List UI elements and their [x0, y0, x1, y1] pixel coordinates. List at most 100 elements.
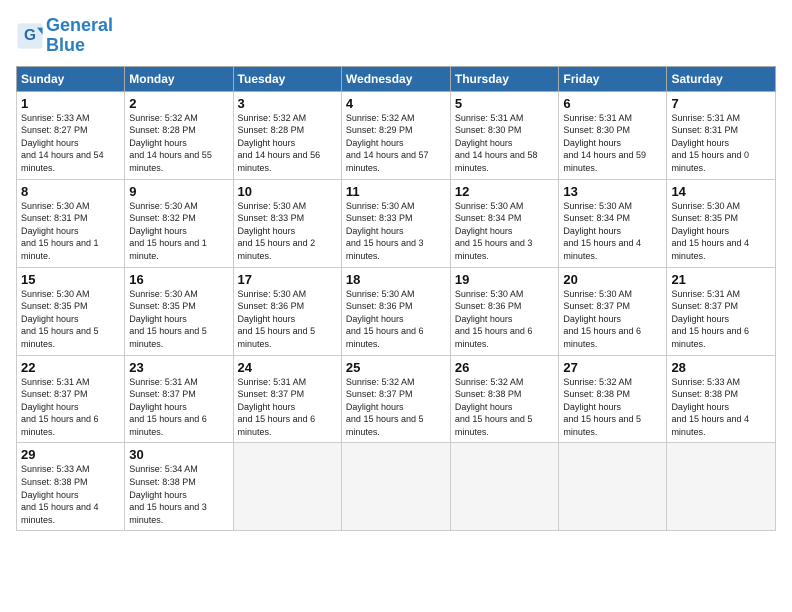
- day-cell: 8Sunrise: 5:30 AMSunset: 8:31 PMDaylight…: [17, 179, 125, 267]
- day-header-sunday: Sunday: [17, 66, 125, 91]
- calendar-table: SundayMondayTuesdayWednesdayThursdayFrid…: [16, 66, 776, 532]
- day-cell: 9Sunrise: 5:30 AMSunset: 8:32 PMDaylight…: [125, 179, 233, 267]
- day-info: Sunrise: 5:32 AMSunset: 8:38 PMDaylight …: [563, 376, 662, 439]
- day-cell: 14Sunrise: 5:30 AMSunset: 8:35 PMDayligh…: [667, 179, 776, 267]
- day-cell: 18Sunrise: 5:30 AMSunset: 8:36 PMDayligh…: [341, 267, 450, 355]
- day-header-wednesday: Wednesday: [341, 66, 450, 91]
- day-info: Sunrise: 5:32 AMSunset: 8:28 PMDaylight …: [238, 112, 337, 175]
- day-cell: 25Sunrise: 5:32 AMSunset: 8:37 PMDayligh…: [341, 355, 450, 443]
- day-info: Sunrise: 5:30 AMSunset: 8:34 PMDaylight …: [455, 200, 555, 263]
- day-number: 5: [455, 96, 555, 111]
- day-number: 16: [129, 272, 228, 287]
- day-number: 13: [563, 184, 662, 199]
- day-info: Sunrise: 5:31 AMSunset: 8:37 PMDaylight …: [671, 288, 771, 351]
- day-number: 28: [671, 360, 771, 375]
- day-number: 23: [129, 360, 228, 375]
- header-row: SundayMondayTuesdayWednesdayThursdayFrid…: [17, 66, 776, 91]
- day-number: 21: [671, 272, 771, 287]
- day-number: 24: [238, 360, 337, 375]
- day-info: Sunrise: 5:34 AMSunset: 8:38 PMDaylight …: [129, 463, 228, 526]
- logo-icon: G: [16, 22, 44, 50]
- day-number: 29: [21, 447, 120, 462]
- day-number: 15: [21, 272, 120, 287]
- day-info: Sunrise: 5:30 AMSunset: 8:37 PMDaylight …: [563, 288, 662, 351]
- day-cell: 1Sunrise: 5:33 AMSunset: 8:27 PMDaylight…: [17, 91, 125, 179]
- day-number: 2: [129, 96, 228, 111]
- day-number: 8: [21, 184, 120, 199]
- page-header: G GeneralBlue: [16, 16, 776, 56]
- day-number: 19: [455, 272, 555, 287]
- day-cell: 28Sunrise: 5:33 AMSunset: 8:38 PMDayligh…: [667, 355, 776, 443]
- day-number: 17: [238, 272, 337, 287]
- day-number: 4: [346, 96, 446, 111]
- day-header-monday: Monday: [125, 66, 233, 91]
- day-info: Sunrise: 5:30 AMSunset: 8:36 PMDaylight …: [346, 288, 446, 351]
- day-cell: 3Sunrise: 5:32 AMSunset: 8:28 PMDaylight…: [233, 91, 341, 179]
- day-number: 26: [455, 360, 555, 375]
- day-header-saturday: Saturday: [667, 66, 776, 91]
- day-number: 27: [563, 360, 662, 375]
- day-info: Sunrise: 5:30 AMSunset: 8:32 PMDaylight …: [129, 200, 228, 263]
- day-cell: 15Sunrise: 5:30 AMSunset: 8:35 PMDayligh…: [17, 267, 125, 355]
- day-info: Sunrise: 5:31 AMSunset: 8:30 PMDaylight …: [455, 112, 555, 175]
- day-cell: [450, 443, 559, 531]
- day-info: Sunrise: 5:32 AMSunset: 8:37 PMDaylight …: [346, 376, 446, 439]
- week-row-3: 15Sunrise: 5:30 AMSunset: 8:35 PMDayligh…: [17, 267, 776, 355]
- day-cell: [667, 443, 776, 531]
- day-info: Sunrise: 5:31 AMSunset: 8:30 PMDaylight …: [563, 112, 662, 175]
- day-cell: 23Sunrise: 5:31 AMSunset: 8:37 PMDayligh…: [125, 355, 233, 443]
- day-info: Sunrise: 5:31 AMSunset: 8:37 PMDaylight …: [129, 376, 228, 439]
- day-cell: [559, 443, 667, 531]
- day-info: Sunrise: 5:32 AMSunset: 8:38 PMDaylight …: [455, 376, 555, 439]
- day-info: Sunrise: 5:30 AMSunset: 8:33 PMDaylight …: [346, 200, 446, 263]
- day-cell: 30Sunrise: 5:34 AMSunset: 8:38 PMDayligh…: [125, 443, 233, 531]
- day-number: 10: [238, 184, 337, 199]
- day-cell: 16Sunrise: 5:30 AMSunset: 8:35 PMDayligh…: [125, 267, 233, 355]
- day-info: Sunrise: 5:32 AMSunset: 8:28 PMDaylight …: [129, 112, 228, 175]
- day-cell: 10Sunrise: 5:30 AMSunset: 8:33 PMDayligh…: [233, 179, 341, 267]
- day-info: Sunrise: 5:30 AMSunset: 8:34 PMDaylight …: [563, 200, 662, 263]
- week-row-5: 29Sunrise: 5:33 AMSunset: 8:38 PMDayligh…: [17, 443, 776, 531]
- day-number: 20: [563, 272, 662, 287]
- day-cell: 2Sunrise: 5:32 AMSunset: 8:28 PMDaylight…: [125, 91, 233, 179]
- day-cell: 12Sunrise: 5:30 AMSunset: 8:34 PMDayligh…: [450, 179, 559, 267]
- week-row-2: 8Sunrise: 5:30 AMSunset: 8:31 PMDaylight…: [17, 179, 776, 267]
- day-cell: 17Sunrise: 5:30 AMSunset: 8:36 PMDayligh…: [233, 267, 341, 355]
- day-info: Sunrise: 5:30 AMSunset: 8:33 PMDaylight …: [238, 200, 337, 263]
- day-info: Sunrise: 5:30 AMSunset: 8:35 PMDaylight …: [21, 288, 120, 351]
- day-cell: 29Sunrise: 5:33 AMSunset: 8:38 PMDayligh…: [17, 443, 125, 531]
- day-cell: 22Sunrise: 5:31 AMSunset: 8:37 PMDayligh…: [17, 355, 125, 443]
- day-info: Sunrise: 5:31 AMSunset: 8:37 PMDaylight …: [21, 376, 120, 439]
- week-row-1: 1Sunrise: 5:33 AMSunset: 8:27 PMDaylight…: [17, 91, 776, 179]
- day-number: 12: [455, 184, 555, 199]
- day-cell: [233, 443, 341, 531]
- day-number: 11: [346, 184, 446, 199]
- day-cell: [341, 443, 450, 531]
- day-number: 22: [21, 360, 120, 375]
- day-info: Sunrise: 5:33 AMSunset: 8:38 PMDaylight …: [21, 463, 120, 526]
- day-info: Sunrise: 5:33 AMSunset: 8:27 PMDaylight …: [21, 112, 120, 175]
- day-header-tuesday: Tuesday: [233, 66, 341, 91]
- day-cell: 20Sunrise: 5:30 AMSunset: 8:37 PMDayligh…: [559, 267, 667, 355]
- day-header-thursday: Thursday: [450, 66, 559, 91]
- day-cell: 4Sunrise: 5:32 AMSunset: 8:29 PMDaylight…: [341, 91, 450, 179]
- day-number: 1: [21, 96, 120, 111]
- day-number: 25: [346, 360, 446, 375]
- day-cell: 7Sunrise: 5:31 AMSunset: 8:31 PMDaylight…: [667, 91, 776, 179]
- svg-text:G: G: [24, 27, 36, 44]
- day-number: 3: [238, 96, 337, 111]
- day-cell: 21Sunrise: 5:31 AMSunset: 8:37 PMDayligh…: [667, 267, 776, 355]
- day-cell: 5Sunrise: 5:31 AMSunset: 8:30 PMDaylight…: [450, 91, 559, 179]
- day-info: Sunrise: 5:31 AMSunset: 8:37 PMDaylight …: [238, 376, 337, 439]
- day-cell: 27Sunrise: 5:32 AMSunset: 8:38 PMDayligh…: [559, 355, 667, 443]
- day-cell: 19Sunrise: 5:30 AMSunset: 8:36 PMDayligh…: [450, 267, 559, 355]
- day-info: Sunrise: 5:30 AMSunset: 8:35 PMDaylight …: [129, 288, 228, 351]
- day-cell: 6Sunrise: 5:31 AMSunset: 8:30 PMDaylight…: [559, 91, 667, 179]
- day-info: Sunrise: 5:33 AMSunset: 8:38 PMDaylight …: [671, 376, 771, 439]
- day-info: Sunrise: 5:30 AMSunset: 8:35 PMDaylight …: [671, 200, 771, 263]
- day-info: Sunrise: 5:30 AMSunset: 8:36 PMDaylight …: [455, 288, 555, 351]
- day-number: 18: [346, 272, 446, 287]
- day-header-friday: Friday: [559, 66, 667, 91]
- day-number: 6: [563, 96, 662, 111]
- day-number: 9: [129, 184, 228, 199]
